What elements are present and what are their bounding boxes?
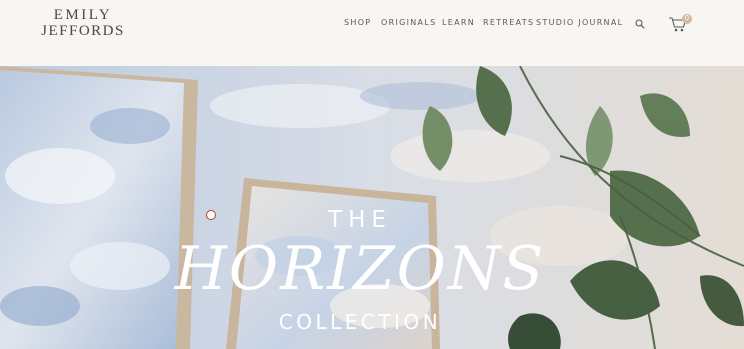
cart-count-badge: 0 bbox=[682, 14, 692, 24]
product-hotspot[interactable] bbox=[206, 210, 216, 220]
nav-item-originals[interactable]: ORIGINALS bbox=[381, 18, 436, 27]
hero-title-the: THE bbox=[328, 207, 392, 233]
nav-item-retreats[interactable]: RETREATS bbox=[483, 18, 534, 27]
site-logo[interactable]: EMILY JEFFORDS bbox=[36, 7, 130, 40]
site-header: EMILY JEFFORDS SHOP ORIGINALS LEARN RETR… bbox=[0, 0, 744, 66]
logo-line-2: JEFFORDS bbox=[41, 23, 125, 39]
nav-item-studio-journal[interactable]: STUDIO JOURNAL bbox=[536, 18, 623, 27]
nav-item-learn[interactable]: LEARN bbox=[442, 18, 475, 27]
nav-item-shop[interactable]: SHOP bbox=[344, 18, 371, 27]
search-icon[interactable] bbox=[635, 19, 645, 29]
hero-banner: THE HORIZONS COLLECTION bbox=[0, 66, 744, 349]
hero-title-horizons: HORIZONS bbox=[174, 234, 546, 304]
logo-line-1: EMILY bbox=[53, 7, 113, 23]
hero-title-collection: COLLECTION bbox=[278, 310, 442, 334]
hero-text-block: THE HORIZONS COLLECTION bbox=[0, 66, 744, 349]
